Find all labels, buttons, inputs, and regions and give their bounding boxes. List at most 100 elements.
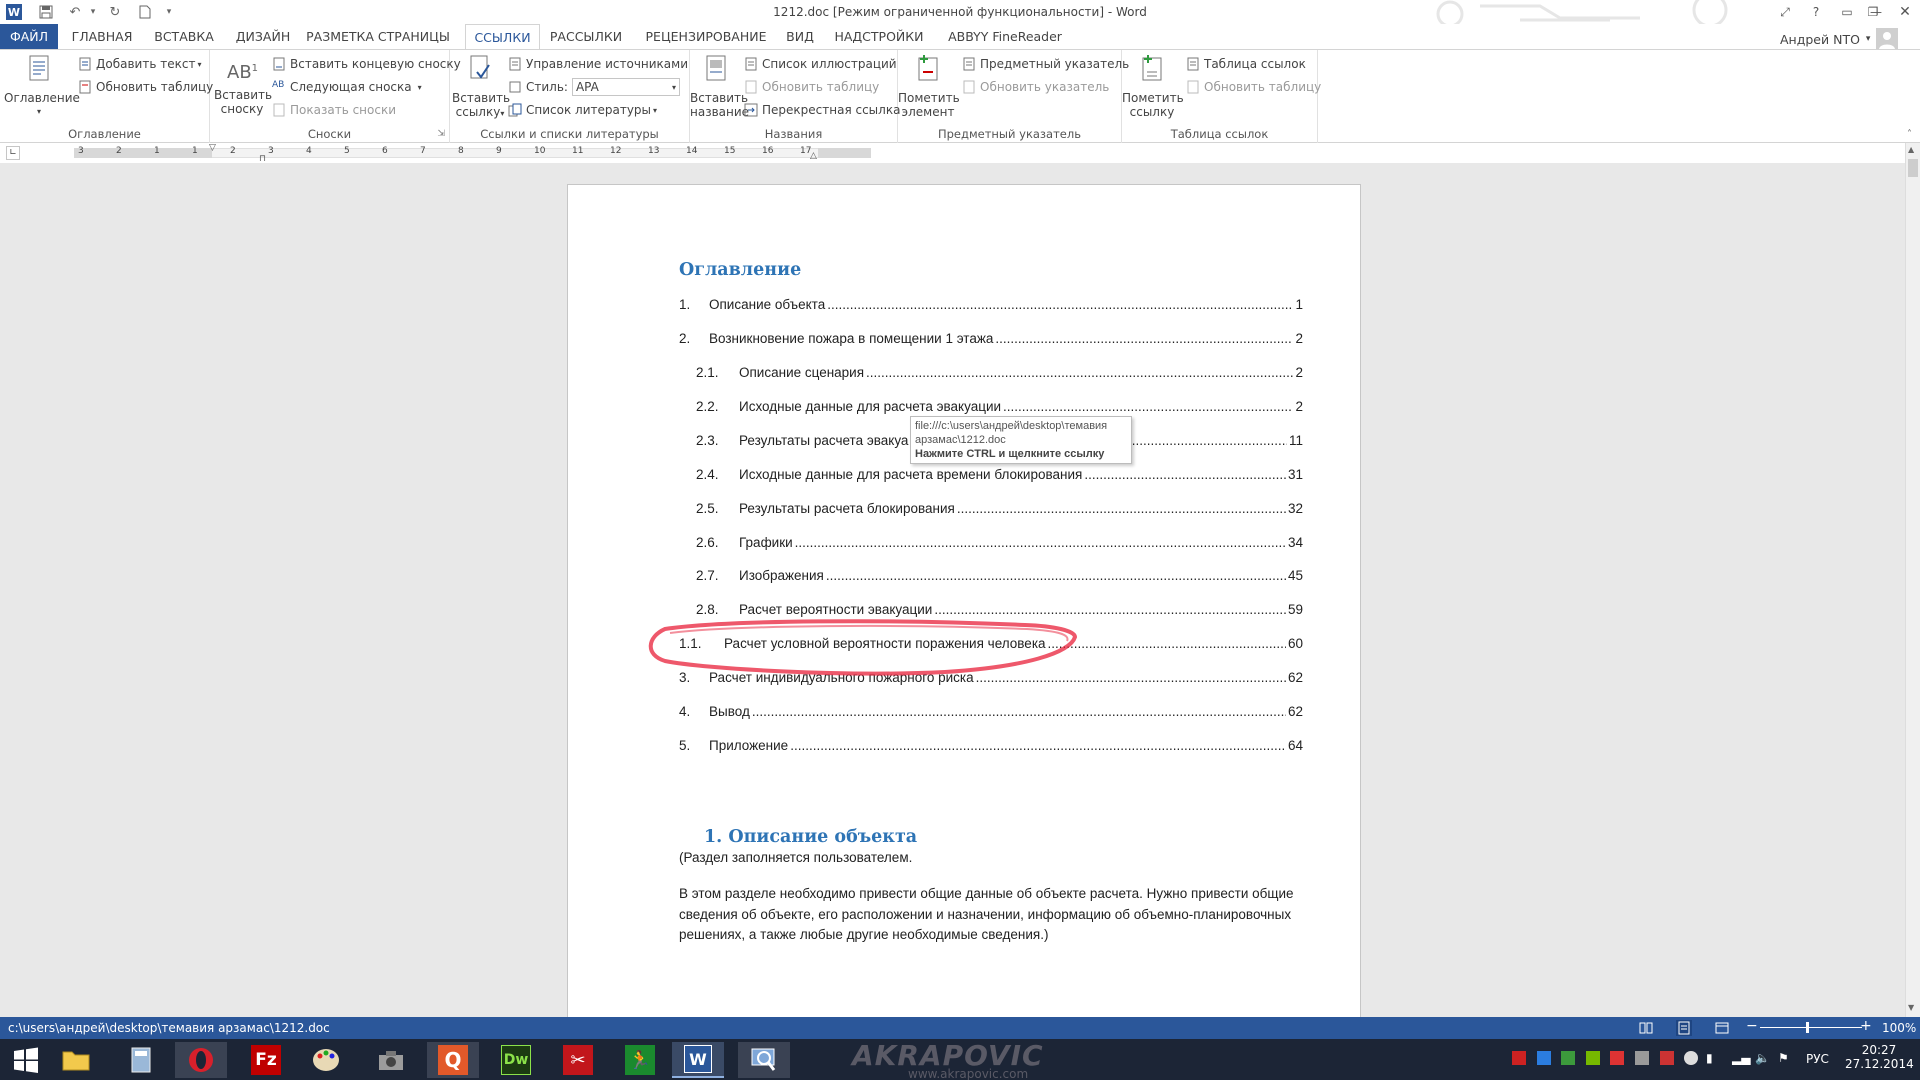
tab-references[interactable]: ССЫЛКИ — [465, 24, 540, 50]
taskbar-word[interactable]: W — [672, 1042, 724, 1078]
cross-reference-button[interactable]: Перекрестная ссылка — [744, 100, 900, 120]
tab-view[interactable]: ВИД — [780, 24, 820, 49]
manage-sources-button[interactable]: Управление источниками — [508, 54, 688, 74]
onedrive-icon[interactable] — [1684, 1051, 1698, 1065]
tab-insert[interactable]: ВСТАВКА — [146, 24, 222, 49]
update-toc-button[interactable]: Обновить таблицу — [78, 77, 213, 97]
scroll-up-icon[interactable]: ▲ — [1908, 145, 1914, 154]
mark-entry-button[interactable]: Пометить элемент — [898, 54, 960, 119]
toc-entry[interactable]: 2.6. Графики.............................… — [696, 535, 1303, 555]
tray-antivirus-icon[interactable] — [1512, 1051, 1526, 1065]
zoom-slider-track[interactable] — [1760, 1027, 1862, 1028]
taskbar-qip[interactable]: Q — [427, 1042, 479, 1078]
insert-endnote-button[interactable]: Вставить концевую сноску — [272, 54, 461, 74]
ruler-tick-label: 1 — [192, 146, 198, 156]
first-indent-marker[interactable]: ▽ — [209, 143, 216, 153]
update-toa-label: Обновить таблицу — [1204, 80, 1322, 94]
zoom-slider-thumb[interactable] — [1806, 1022, 1809, 1033]
tab-selector[interactable]: ∟ — [6, 146, 20, 160]
taskbar-dreamweaver[interactable]: Dw — [490, 1042, 542, 1078]
toc-entry[interactable]: 1. Описание объекта......................… — [679, 297, 1303, 317]
tab-file[interactable]: ФАЙЛ — [0, 24, 58, 49]
mark-citation-button[interactable]: Пометить ссылку — [1122, 54, 1184, 119]
toc-entry[interactable]: 4. Вывод.................................… — [679, 704, 1303, 724]
print-layout-icon[interactable] — [1676, 1020, 1692, 1036]
toc-leader-dots: ........................................… — [1047, 636, 1286, 651]
network-icon[interactable]: ▂▄ — [1732, 1051, 1750, 1065]
tray-red-icon[interactable] — [1610, 1051, 1624, 1065]
power-icon[interactable]: ▮ — [1706, 1051, 1720, 1065]
volume-icon[interactable]: 🔈 — [1755, 1051, 1770, 1065]
taskbar-camera-app[interactable] — [365, 1042, 417, 1078]
zoom-level[interactable]: 100% — [1882, 1021, 1916, 1035]
update-index-button[interactable]: Обновить указатель — [962, 77, 1109, 97]
taskbar-calculator[interactable] — [115, 1042, 167, 1078]
toc-entry[interactable]: 2.7. Изображения.........................… — [696, 568, 1303, 588]
read-mode-icon[interactable] — [1638, 1020, 1654, 1036]
update-figures-button[interactable]: Обновить таблицу — [744, 77, 879, 97]
tab-review[interactable]: РЕЦЕНЗИРОВАНИЕ — [634, 24, 778, 49]
insert-toa-button[interactable]: Таблица ссылок — [1186, 54, 1306, 74]
tab-home[interactable]: ГЛАВНАЯ — [64, 24, 140, 49]
taskbar-opera[interactable] — [175, 1042, 227, 1078]
language-indicator[interactable]: РУС — [1806, 1052, 1829, 1066]
update-toc-label: Обновить таблицу — [96, 80, 214, 94]
dialog-launcher-icon[interactable]: ⇲ — [437, 129, 445, 139]
web-layout-icon[interactable] — [1714, 1020, 1730, 1036]
start-button[interactable] — [0, 1042, 52, 1078]
tab-design[interactable]: ДИЗАЙН — [228, 24, 298, 49]
toc-entry[interactable]: 2. Возникновение пожара в помещении 1 эта… — [679, 331, 1303, 351]
watermark-url: www.akrapovic.com — [908, 1067, 1029, 1080]
insert-citation-button[interactable]: Вставить ссылку▾ — [452, 54, 510, 121]
insert-index-button[interactable]: Предметный указатель — [962, 54, 1129, 74]
add-text-icon — [79, 57, 91, 71]
close-button[interactable]: ✕ — [1890, 2, 1920, 22]
clock[interactable]: 20:27 27.12.2014 — [1845, 1043, 1914, 1071]
list-of-figures-button[interactable]: Список иллюстраций — [744, 54, 897, 74]
help-icon[interactable]: ? — [1801, 2, 1831, 22]
next-footnote-button[interactable]: AB Следующая сноска ▾ — [272, 77, 422, 97]
show-notes-button[interactable]: Показать сноски — [272, 100, 396, 120]
toc-button[interactable]: Оглавление ▾ — [4, 54, 80, 119]
taskbar-red-app[interactable]: ✂ — [552, 1042, 604, 1078]
toc-entry[interactable]: 2.4. Исходные данные для расчета времени … — [696, 467, 1303, 487]
taskbar-green-app[interactable]: 🏃 — [614, 1042, 666, 1078]
insert-footnote-button[interactable]: AB1 Вставить сноску — [214, 54, 272, 116]
tray-update-icon[interactable] — [1537, 1051, 1551, 1065]
fullscreen-icon[interactable]: ⤢ — [1770, 2, 1800, 22]
toc-entry-page: 64 — [1287, 738, 1303, 753]
add-text-button[interactable]: Добавить текст ▾ — [78, 54, 201, 74]
style-dropdown[interactable]: APA ▾ — [571, 78, 680, 96]
taskbar-explorer[interactable] — [50, 1042, 102, 1078]
taskbar-filezilla[interactable]: Fz — [240, 1042, 292, 1078]
tray-drive-icon[interactable] — [1635, 1051, 1649, 1065]
tab-layout[interactable]: РАЗМЕТКА СТРАНИЦЫ — [304, 24, 452, 49]
flag-icon[interactable]: ⚑ — [1778, 1051, 1792, 1065]
bibliography-button[interactable]: Список литературы ▾ — [508, 100, 657, 120]
bibliography-label: Список литературы — [526, 103, 652, 117]
tray-nvidia-icon[interactable] — [1586, 1051, 1600, 1065]
zoom-out-button[interactable]: − — [1746, 1018, 1758, 1034]
right-indent-marker[interactable]: △ — [810, 151, 817, 161]
toc-leader-dots: ........................................… — [1084, 467, 1286, 482]
tab-addins[interactable]: НАДСТРОЙКИ — [830, 24, 928, 49]
tray-sync-icon[interactable] — [1561, 1051, 1575, 1065]
user-account[interactable]: Андрей NTO ▾ — [1780, 28, 1899, 50]
vertical-scrollbar[interactable]: ▲ ▼ — [1905, 143, 1920, 1017]
scroll-thumb[interactable] — [1908, 159, 1918, 177]
taskbar-paint[interactable] — [300, 1042, 352, 1078]
update-table-icon — [1187, 80, 1199, 94]
tray-app-icon[interactable] — [1660, 1051, 1674, 1065]
toc-entry[interactable]: 2.5. Результаты расчета блокирования.....… — [696, 501, 1303, 521]
tab-abbyy[interactable]: ABBYY FineReader 11 — [940, 24, 1070, 69]
collapse-ribbon-icon[interactable]: ˄ — [1907, 129, 1912, 140]
zoom-in-button[interactable]: + — [1860, 1018, 1872, 1034]
restore-button[interactable]: ❐ — [1858, 2, 1888, 22]
update-toa-button[interactable]: Обновить таблицу — [1186, 77, 1321, 97]
taskbar-search-app[interactable] — [738, 1042, 790, 1078]
insert-caption-button[interactable]: Вставить название — [690, 54, 749, 119]
tab-mailings[interactable]: РАССЫЛКИ — [548, 24, 624, 49]
toc-entry[interactable]: 2.1. Описание сценария...................… — [696, 365, 1303, 385]
toc-entry[interactable]: 5. Приложение............................… — [679, 738, 1303, 758]
scroll-down-icon[interactable]: ▼ — [1908, 1003, 1914, 1012]
